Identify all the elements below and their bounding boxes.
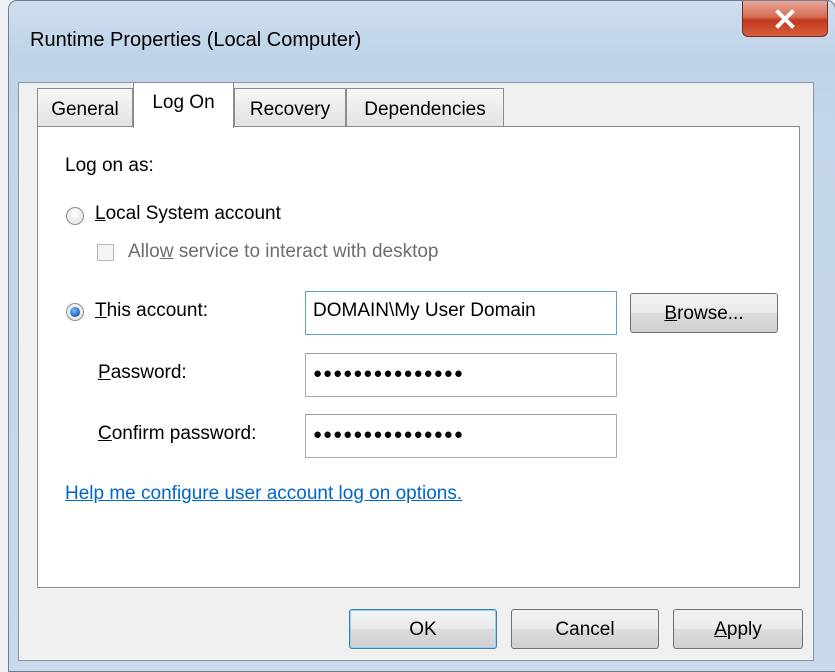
local-system-radio[interactable] bbox=[66, 207, 84, 225]
tab-log-on[interactable]: Log On bbox=[133, 82, 234, 128]
confirm-password-label: Confirm password: bbox=[98, 423, 257, 444]
tab-general[interactable]: General bbox=[37, 88, 133, 126]
password-field[interactable]: ●●●●●●●●●●●●●●● bbox=[305, 353, 617, 397]
close-button[interactable] bbox=[742, 1, 828, 37]
password-label: Password: bbox=[98, 362, 187, 383]
window-title: Runtime Properties (Local Computer) bbox=[30, 29, 362, 51]
interact-desktop-label: Allow service to interact with desktop bbox=[128, 241, 439, 262]
browse-button[interactable]: Browse... bbox=[630, 293, 778, 333]
tab-dependencies-label: Dependencies bbox=[364, 99, 486, 120]
log-on-panel: Log on as: Local System account Allow se… bbox=[37, 126, 800, 588]
this-account-radio[interactable] bbox=[66, 303, 84, 321]
account-name-field[interactable]: DOMAIN\My User Domain bbox=[305, 291, 617, 335]
log-on-as-label: Log on as: bbox=[65, 155, 154, 176]
apply-button[interactable]: Apply bbox=[673, 609, 803, 649]
tab-dependencies[interactable]: Dependencies bbox=[346, 88, 504, 126]
tab-recovery[interactable]: Recovery bbox=[234, 88, 346, 126]
close-icon bbox=[775, 8, 795, 29]
tab-general-label: General bbox=[51, 99, 119, 120]
ok-button[interactable]: OK bbox=[349, 609, 497, 649]
this-account-label[interactable]: This account: bbox=[95, 300, 208, 322]
confirm-password-field[interactable]: ●●●●●●●●●●●●●●● bbox=[305, 414, 617, 458]
interact-desktop-checkbox[interactable] bbox=[97, 244, 114, 261]
local-system-label[interactable]: Local System account bbox=[95, 203, 281, 225]
cancel-button[interactable]: Cancel bbox=[511, 609, 659, 649]
tab-log-on-label: Log On bbox=[152, 92, 215, 113]
tab-recovery-label: Recovery bbox=[249, 99, 331, 120]
help-link[interactable]: Help me configure user account log on op… bbox=[65, 483, 462, 505]
